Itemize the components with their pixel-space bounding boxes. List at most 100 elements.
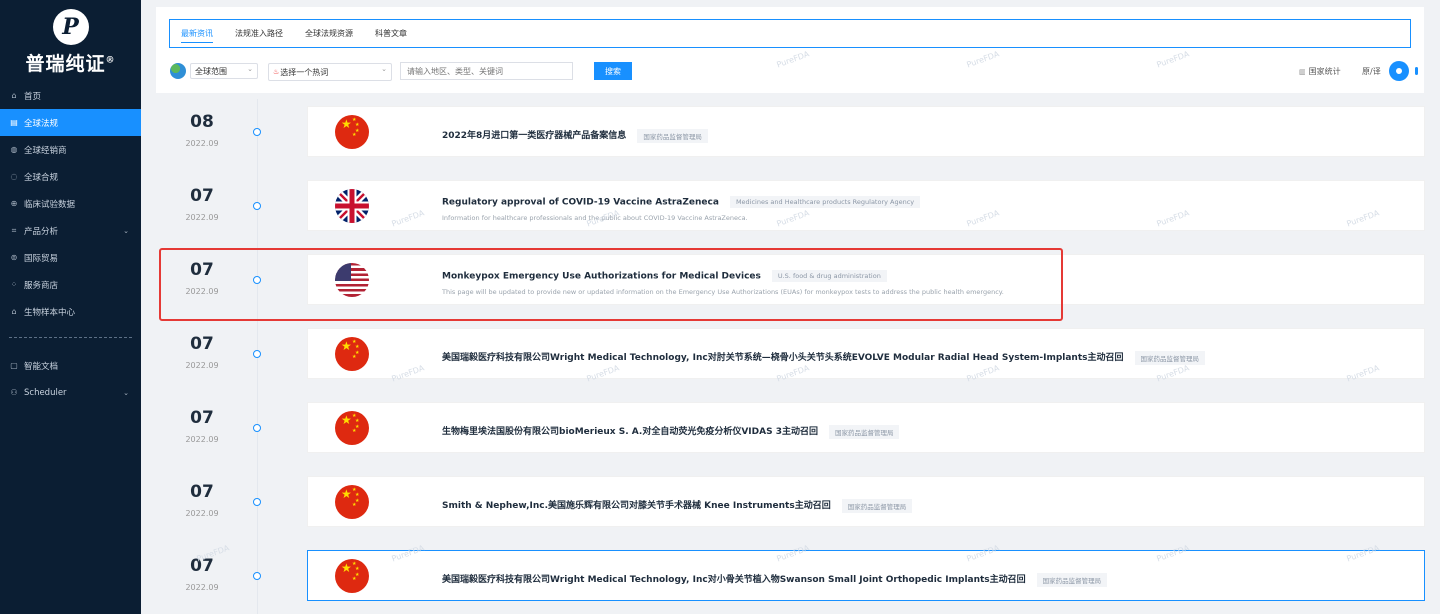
sidebar-item-label: 首页 xyxy=(24,91,42,102)
source-badge: Medicines and Healthcare products Regula… xyxy=(729,196,921,208)
brand-name: 普瑞纯证® xyxy=(25,52,116,75)
source-badge: 国家药品监督管理局 xyxy=(1134,350,1205,365)
sidebar-item[interactable]: ▢ 智能文档 xyxy=(0,352,141,379)
home-icon: ⌂ xyxy=(11,91,17,100)
flask-icon: ⊕ xyxy=(10,199,18,208)
toggle-indicator xyxy=(1415,67,1418,75)
sidebar-item[interactable]: ⌂ 首页 xyxy=(0,82,141,109)
entry-day: 07 xyxy=(190,186,214,206)
logo[interactable]: P 普瑞纯证® xyxy=(0,0,141,80)
timeline-entry: 07 2022.09 ★ ★ ★ ★ ★ 美国瑞毅医疗科技有限公司Wright Medical… xyxy=(156,543,1426,601)
news-card[interactable]: ★ ★ ★ ★ ★ Smith & Nephew,Inc.美国施乐辉有限公司对膝关节手术器… xyxy=(307,476,1425,527)
trade-icon: ⊚ xyxy=(10,253,18,262)
sidebar-item[interactable]: ⊚ 国际贸易 xyxy=(0,244,141,271)
news-title[interactable]: 2022年8月进口第一类医疗器械产品备案信息 国家药品监督管理局 xyxy=(442,128,708,143)
news-title[interactable]: Smith & Nephew,Inc.美国施乐辉有限公司对膝关节手术器械 Kne… xyxy=(442,498,913,513)
timeline-entry: 07 2022.09 ★ ★ ★ ★ ★ Smith & Nephew,Inc.美国施乐辉有限… xyxy=(156,469,1426,527)
entry-month: 2022.09 xyxy=(185,139,219,148)
timeline-dot xyxy=(253,572,261,580)
sidebar-item[interactable]: ⌗ 产品分析 ⌄ xyxy=(0,217,141,244)
entry-month: 2022.09 xyxy=(185,435,219,444)
bank-icon: ⌂ xyxy=(11,307,17,316)
news-title[interactable]: 美国瑞毅医疗科技有限公司Wright Medical Technology, I… xyxy=(442,350,1205,365)
sidebar-nav: ⌂ 首页 ▤ 全球法规 ◍ 全球经销商 ◌ 全球合规 ⊕ 临床试验数据 ⌗ 产品分析 ⌄ ⊚ 国际贸易 ⁘ 服务… xyxy=(0,82,141,325)
news-title-text: 美国瑞毅医疗科技有限公司Wright Medical Technology, I… xyxy=(442,575,1026,585)
sidebar-item-label: 国际贸易 xyxy=(24,253,59,264)
entry-month: 2022.09 xyxy=(185,361,219,370)
highlight-annotation xyxy=(159,248,1063,321)
translation-toggle[interactable] xyxy=(1389,61,1409,81)
globe-icon: ◍ xyxy=(10,145,18,154)
tab-item[interactable]: 最新资讯 xyxy=(181,20,213,47)
filter-bar: 全球范围⌄ ♨选择一个热词⌄ 搜索 ▥国家统计 原/译 xyxy=(170,61,1418,81)
timeline-entry: 08 2022.09 ★ ★ ★ ★ ★ 2022年8月进口第一类医疗器械产品备案信息 国家药品… xyxy=(156,99,1426,157)
logo-mark-icon: P xyxy=(52,8,89,45)
document-icon: ▤ xyxy=(10,118,18,127)
tab-bar: 最新资讯 法规准入路径 全球法规资源 科普文章 xyxy=(169,19,1411,48)
sidebar-item[interactable]: ◍ 全球经销商 xyxy=(0,136,141,163)
entry-day: 07 xyxy=(190,334,214,354)
source-badge: 国家药品监督管理局 xyxy=(637,128,708,143)
chevron-down-icon: ⌄ xyxy=(381,65,387,73)
entry-day: 07 xyxy=(190,408,214,428)
timeline-entry: 07 2022.09 ★ ★ ★ ★ ★ 美国瑞毅医疗科技有限公司Wright Medical… xyxy=(156,321,1426,379)
hot-word-select[interactable]: ♨ 选择一个热词 ⌄ xyxy=(268,63,392,81)
china-flag-icon: ★ ★ ★ ★ ★ xyxy=(335,485,369,519)
sidebar-item-label: Scheduler xyxy=(24,387,67,398)
bar-chart-icon: ▥ xyxy=(1299,68,1306,76)
news-title[interactable]: 生物梅里埃法国股份有限公司bioMerieux S. A.对全自动荧光免疫分析仪… xyxy=(442,424,900,439)
timeline-dot xyxy=(253,424,261,432)
news-card[interactable]: Regulatory approval of COVID-19 Vaccine … xyxy=(307,180,1425,231)
sidebar-item-label: 全球经销商 xyxy=(24,145,67,156)
sidebar-item[interactable]: ▤ 全球法规 xyxy=(0,109,141,136)
news-title-text: 2022年8月进口第一类医疗器械产品备案信息 xyxy=(442,131,627,141)
tab-item[interactable]: 科普文章 xyxy=(375,20,407,47)
scheduler-icon: ⚇ xyxy=(10,388,18,397)
sidebar-item-label: 生物样本中心 xyxy=(24,307,76,318)
timeline-dot xyxy=(253,202,261,210)
news-card[interactable]: ★ ★ ★ ★ ★ 美国瑞毅医疗科技有限公司Wright Medical Technolo… xyxy=(307,550,1425,601)
search-button[interactable]: 搜索 xyxy=(594,62,632,80)
chevron-down-icon: ⌄ xyxy=(247,65,253,73)
sidebar-item-label: 全球合规 xyxy=(24,172,59,183)
chevron-down-icon: ⌄ xyxy=(123,226,129,235)
chart-icon: ⌗ xyxy=(11,225,17,235)
chevron-down-icon: ⌄ xyxy=(123,388,129,397)
news-title-text: Smith & Nephew,Inc.美国施乐辉有限公司对膝关节手术器械 Kne… xyxy=(442,501,831,511)
sidebar-item-label: 智能文档 xyxy=(24,361,59,372)
file-icon: ▢ xyxy=(10,361,18,370)
uk-flag-icon xyxy=(335,189,369,223)
timeline-dot xyxy=(253,128,261,136)
translation-toggle-label: 原/译 xyxy=(1362,67,1381,76)
sidebar-item[interactable]: ◌ 全球合规 xyxy=(0,163,141,190)
news-card[interactable]: ★ ★ ★ ★ ★ 2022年8月进口第一类医疗器械产品备案信息 国家药品监督管理局 xyxy=(307,106,1425,157)
china-flag-icon: ★ ★ ★ ★ ★ xyxy=(335,337,369,371)
entry-month: 2022.09 xyxy=(185,583,219,592)
sidebar-item[interactable]: ⊕ 临床试验数据 xyxy=(0,190,141,217)
sidebar-item-label: 服务商店 xyxy=(24,280,59,291)
source-badge: 国家药品监督管理局 xyxy=(1036,572,1108,587)
fire-icon: ♨ xyxy=(273,68,280,76)
sidebar-item[interactable]: ⁘ 服务商店 xyxy=(0,271,141,298)
timeline-dot xyxy=(253,350,261,358)
filter-panel: 最新资讯法规准入路径全球法规资源科普文章 全球范围⌄ ♨选择一个热词⌄ 搜索 ▥… xyxy=(156,7,1424,93)
sidebar-nav-bottom: ▢ 智能文档 ⚇ Scheduler ⌄ xyxy=(0,352,141,406)
news-timeline: 08 2022.09 ★ ★ ★ ★ ★ 2022年8月进口第一类医疗器械产品备案信息 国家药品… xyxy=(156,99,1426,614)
grid-icon: ⁘ xyxy=(10,280,18,289)
tab-item[interactable]: 全球法规资源 xyxy=(305,20,353,47)
sidebar-item[interactable]: ⌂ 生物样本中心 xyxy=(0,298,141,325)
country-stats-link[interactable]: ▥ 国家统计 xyxy=(1299,66,1341,77)
shield-icon: ◌ xyxy=(10,172,18,181)
news-title[interactable]: Regulatory approval of COVID-19 Vaccine … xyxy=(442,196,921,208)
source-badge: 国家药品监督管理局 xyxy=(828,424,900,439)
news-card[interactable]: ★ ★ ★ ★ ★ 美国瑞毅医疗科技有限公司Wright Medical Technolo… xyxy=(307,328,1425,379)
news-title[interactable]: 美国瑞毅医疗科技有限公司Wright Medical Technology, I… xyxy=(442,572,1108,587)
timeline-entry: 07 2022.09 ★ ★ ★ ★ ★ 生物梅里埃法国股份有限公司bioMerieux S.… xyxy=(156,395,1426,453)
sidebar-item[interactable]: ⚇ Scheduler ⌄ xyxy=(0,379,141,406)
news-card[interactable]: ★ ★ ★ ★ ★ 生物梅里埃法国股份有限公司bioMerieux S. A.对全自动荧光… xyxy=(307,402,1425,453)
timeline-dot xyxy=(253,498,261,506)
search-input[interactable] xyxy=(400,62,573,80)
tab-item[interactable]: 法规准入路径 xyxy=(235,20,283,47)
scope-select[interactable]: 全球范围 ⌄ xyxy=(190,63,258,79)
news-title-text: 美国瑞毅医疗科技有限公司Wright Medical Technology, I… xyxy=(442,353,1124,363)
